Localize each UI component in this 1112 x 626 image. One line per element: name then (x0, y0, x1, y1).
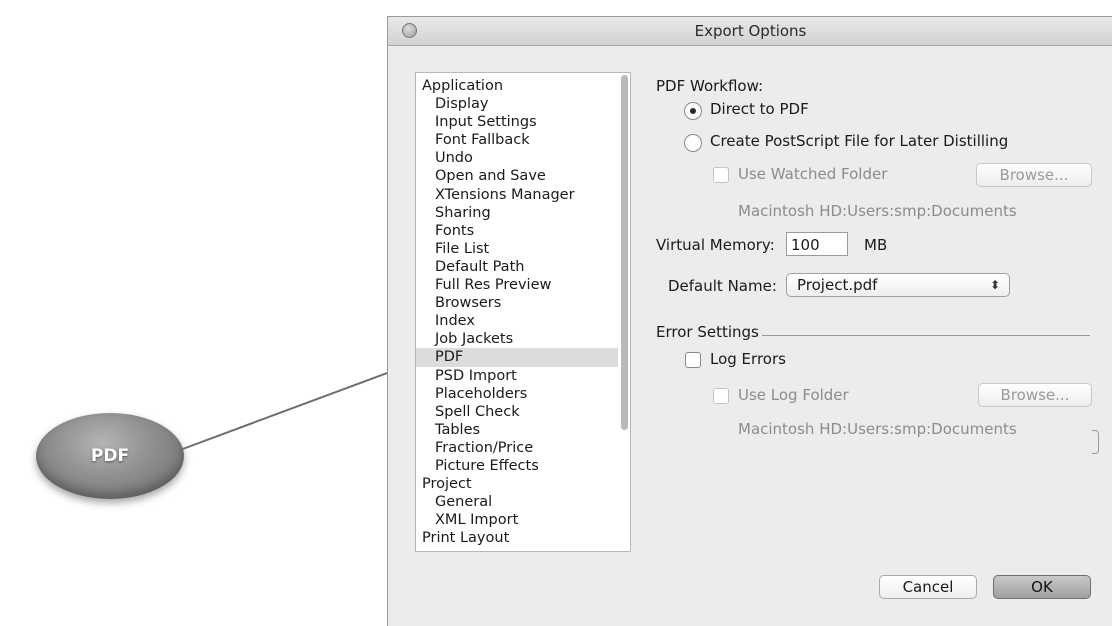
list-item-undo[interactable]: Undo (416, 149, 618, 167)
virtual-memory-unit: MB (864, 236, 888, 254)
list-item-sharing[interactable]: Sharing (416, 204, 618, 222)
use-log-folder-label[interactable]: Use Log Folder (738, 386, 849, 404)
control-edge-bracket (1092, 430, 1099, 454)
log-errors-checkbox[interactable] (685, 352, 701, 368)
pdf-callout-label: PDF (90, 446, 130, 466)
error-settings-divider (762, 335, 1090, 336)
default-name-label: Default Name: (668, 277, 777, 295)
pdf-callout: PDF (36, 413, 184, 499)
list-item-psd-import[interactable]: PSD Import (416, 367, 618, 385)
list-item-pdf[interactable]: PDF (416, 348, 618, 367)
preferences-list[interactable]: Application Display Input Settings Font Fal… (415, 72, 631, 552)
virtual-memory-label: Virtual Memory: (656, 236, 775, 254)
dialog-title: Export Options (694, 22, 807, 40)
list-item-file-list[interactable]: File List (416, 240, 618, 258)
list-item-display[interactable]: Display (416, 95, 618, 113)
default-name-value: Project.pdf (797, 276, 878, 294)
direct-to-pdf-radio[interactable] (684, 102, 702, 120)
use-watched-folder-label[interactable]: Use Watched Folder (738, 165, 887, 183)
list-item-xtensions-manager[interactable]: XTensions Manager (416, 186, 618, 204)
list-item-input-settings[interactable]: Input Settings (416, 113, 618, 131)
list-item-spell-check[interactable]: Spell Check (416, 403, 618, 421)
list-item-job-jackets[interactable]: Job Jackets (416, 330, 618, 348)
list-item-project[interactable]: Project (416, 475, 618, 493)
list-item-fraction-price[interactable]: Fraction/Price (416, 439, 618, 457)
export-options-dialog: Export Options Application Display Input S… (387, 16, 1112, 626)
log-errors-label[interactable]: Log Errors (710, 350, 786, 368)
select-arrows-icon: ⬍ (989, 278, 1000, 292)
list-item-default-path[interactable]: Default Path (416, 258, 618, 276)
list-scrollbar[interactable] (621, 75, 628, 430)
list-item-print-layout[interactable]: Print Layout (416, 529, 618, 547)
list-item-placeholders[interactable]: Placeholders (416, 385, 618, 403)
log-folder-path: Macintosh HD:Users:smp:Documents (738, 420, 1017, 438)
list-item-tables[interactable]: Tables (416, 421, 618, 439)
list-item-general[interactable]: General (416, 493, 618, 511)
virtual-memory-input[interactable]: 100 (786, 232, 848, 256)
cancel-button[interactable]: Cancel (879, 575, 977, 599)
error-settings-heading: Error Settings (656, 323, 759, 341)
postscript-radio[interactable] (684, 134, 702, 152)
list-item-full-res-preview[interactable]: Full Res Preview (416, 276, 618, 294)
list-item-fonts[interactable]: Fonts (416, 222, 618, 240)
use-log-folder-checkbox[interactable] (713, 388, 729, 404)
direct-to-pdf-label[interactable]: Direct to PDF (710, 100, 809, 118)
list-item-xml-import[interactable]: XML Import (416, 511, 618, 529)
watched-folder-path: Macintosh HD:Users:smp:Documents (738, 202, 1017, 220)
ok-button[interactable]: OK (993, 575, 1091, 599)
preferences-list-items: Application Display Input Settings Font Fal… (416, 77, 618, 547)
list-item-browsers[interactable]: Browsers (416, 294, 618, 312)
list-item-application[interactable]: Application (416, 77, 618, 95)
list-item-index[interactable]: Index (416, 312, 618, 330)
list-item-picture-effects[interactable]: Picture Effects (416, 457, 618, 475)
list-item-open-and-save[interactable]: Open and Save (416, 167, 618, 185)
pdf-workflow-heading: PDF Workflow: (656, 77, 764, 95)
list-item-font-fallback[interactable]: Font Fallback (416, 131, 618, 149)
use-watched-folder-checkbox[interactable] (713, 167, 729, 183)
title-bar: Export Options (388, 17, 1112, 46)
log-folder-browse-button[interactable]: Browse... (978, 383, 1092, 407)
watched-folder-browse-button[interactable]: Browse... (976, 163, 1092, 187)
default-name-select[interactable]: Project.pdf ⬍ (786, 273, 1010, 297)
postscript-label[interactable]: Create PostScript File for Later Distill… (710, 132, 1008, 150)
